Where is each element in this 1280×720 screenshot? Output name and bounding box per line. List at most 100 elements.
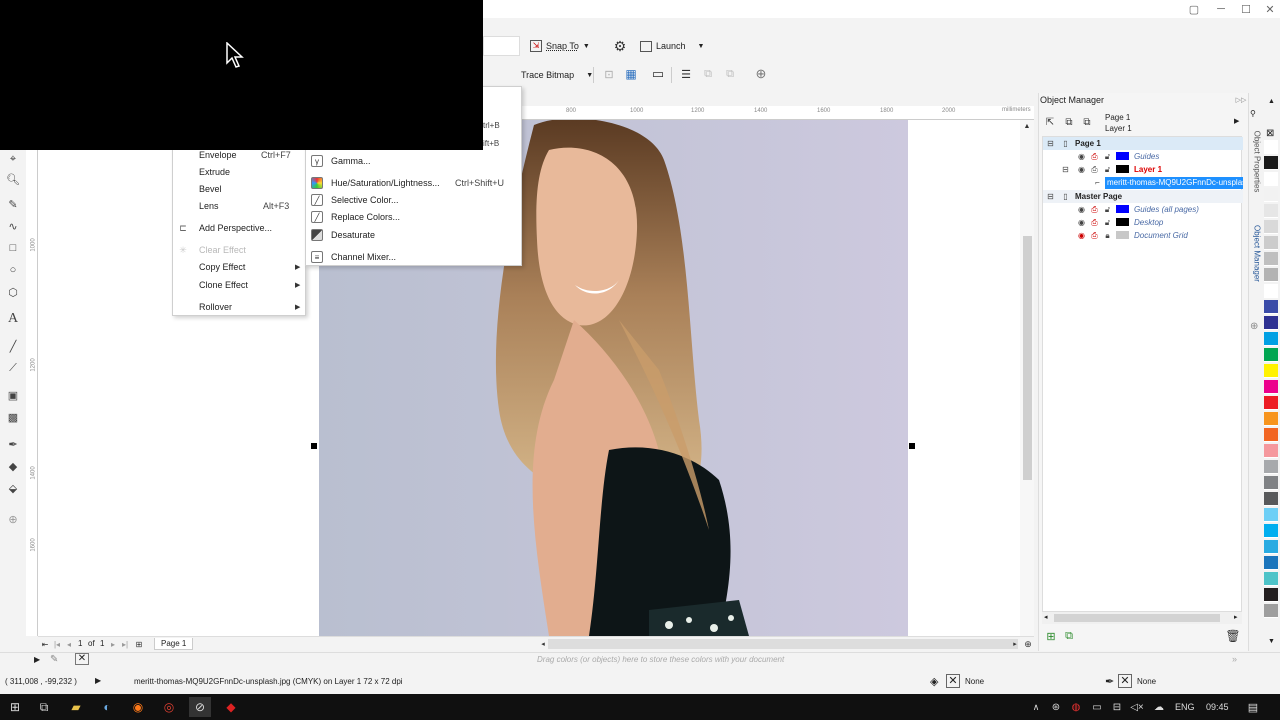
tab-object-manager[interactable]: Object Manager <box>1253 206 1262 302</box>
collapse-icon[interactable]: ⊟ <box>1061 165 1070 174</box>
trash-icon[interactable]: 🗑︎ <box>1225 629 1240 643</box>
print-icon[interactable]: ⎙ <box>1090 231 1099 240</box>
next-page-icon[interactable]: ▸ <box>108 638 118 650</box>
palette-swatch[interactable] <box>1264 492 1278 506</box>
firefox-icon[interactable]: ◉ <box>127 697 149 717</box>
expand-docker-icon[interactable]: ▷▷ <box>1236 95 1247 105</box>
tree-row-layer[interactable]: ◉ ⎙ 🔓︎ Guides <box>1043 150 1243 163</box>
text-tool-icon[interactable]: A <box>4 310 22 328</box>
tree-horizontal-scrollbar[interactable]: ◂ ▸ <box>1042 612 1242 624</box>
palette-scroll-up-icon[interactable]: ▲ <box>1268 98 1275 105</box>
scroll-left-icon[interactable]: ◂ <box>1044 613 1048 621</box>
group-icon[interactable]: ⧉ <box>700 66 716 82</box>
palette-swatch[interactable] <box>1264 300 1278 314</box>
tree-row-page[interactable]: ⊟ ▯ Master Page <box>1043 190 1243 203</box>
task-view-icon[interactable]: ⧉ <box>33 697 55 717</box>
scroll-right-icon[interactable]: ▸ <box>1010 638 1020 650</box>
lock-icon[interactable]: 🔒︎ <box>1103 231 1112 240</box>
show-properties-icon[interactable]: ⇱ <box>1044 115 1056 129</box>
ellipse-tool-icon[interactable]: ○ <box>4 261 22 279</box>
palette-swatch[interactable] <box>1264 428 1278 442</box>
new-master-layer-icon[interactable]: ⧉ <box>1062 629 1076 643</box>
palette-swatch[interactable] <box>1264 220 1278 234</box>
last-page-icon[interactable]: ▸| <box>120 638 130 650</box>
palette-swatch[interactable] <box>1264 252 1278 266</box>
flyout-arrow-icon[interactable]: ▶ <box>1234 117 1239 125</box>
lock-icon[interactable]: 🔓︎ <box>1103 165 1112 174</box>
eye-icon[interactable]: ◉ <box>1077 165 1086 174</box>
show-hidden-icons-icon[interactable]: ∧ <box>1025 697 1047 717</box>
zoom-tool-icon[interactable]: 🔍︎ <box>4 170 22 188</box>
palette-swatch[interactable] <box>1264 444 1278 458</box>
lock-icon[interactable]: 🔓︎ <box>1103 152 1112 161</box>
scroll-thumb[interactable] <box>1054 614 1220 622</box>
palette-swatch[interactable] <box>1264 204 1278 218</box>
shadow-tool-icon[interactable]: ▣ <box>4 386 22 404</box>
palette-swatch[interactable] <box>1264 572 1278 586</box>
print-icon[interactable]: ⎙ <box>1090 152 1099 161</box>
tree-row-layer[interactable]: ⊟ ◉ ⎙ 🔓︎ Layer 1 <box>1043 163 1243 176</box>
palette-swatch[interactable] <box>1264 508 1278 522</box>
palette-swatch[interactable] <box>1264 140 1278 154</box>
minimize-button[interactable]: ─ <box>1208 0 1234 18</box>
transparency-tool-icon[interactable]: ▩ <box>4 408 22 426</box>
outline-pen-icon[interactable]: ✒ <box>1105 675 1114 688</box>
launch-button[interactable]: Launch ▼ <box>640 36 704 56</box>
file-explorer-icon[interactable]: ▰ <box>65 697 87 717</box>
trace-bitmap-button[interactable]: Trace Bitmap ▼ <box>521 65 593 85</box>
eye-icon[interactable]: ◉ <box>1077 152 1086 161</box>
polygon-tool-icon[interactable]: ⬡ <box>4 283 22 301</box>
objects-view-icon[interactable]: ⧉ <box>1080 115 1094 129</box>
palette-swatch[interactable] <box>1264 156 1278 170</box>
notifications-icon[interactable]: ▤ <box>1242 697 1264 717</box>
palette-swatch[interactable] <box>1264 460 1278 474</box>
pick-tool-icon[interactable]: ⌖ <box>4 150 22 168</box>
freehand-tool-icon[interactable]: ✎ <box>4 195 22 213</box>
zoom-icon[interactable]: ⊕ <box>1022 638 1034 650</box>
eye-icon[interactable]: ◉ <box>1077 205 1086 214</box>
palette-scroll-down-icon[interactable]: ▼ <box>1268 638 1275 645</box>
palette-swatch[interactable] <box>1264 588 1278 602</box>
lock-icon[interactable]: 🔓︎ <box>1103 218 1112 227</box>
selection-handle[interactable] <box>311 443 317 449</box>
palette-arrow-icon[interactable]: ▶ <box>34 655 40 664</box>
palette-swatch[interactable] <box>1264 348 1278 362</box>
eyedropper-icon[interactable]: ✎ <box>50 654 58 665</box>
smart-fill-tool-icon[interactable]: ⬙ <box>4 479 22 497</box>
scroll-thumb[interactable] <box>1023 236 1032 480</box>
fill-icon[interactable]: ◈ <box>930 675 938 688</box>
outline-none-swatch[interactable]: ✕ <box>1118 674 1132 688</box>
eye-icon[interactable]: ◉ <box>1077 218 1086 227</box>
selection-handle[interactable] <box>909 443 915 449</box>
palette-swatch[interactable] <box>1264 524 1278 538</box>
palette-swatch[interactable] <box>1264 604 1278 618</box>
print-icon[interactable]: ⎙ <box>1090 205 1099 214</box>
palette-swatch[interactable] <box>1264 236 1278 250</box>
restore-down-icon[interactable]: ▢ <box>1181 0 1207 18</box>
bounding-box-icon[interactable]: ▭ <box>650 66 666 82</box>
menu-item-desaturate[interactable]: Desaturate <box>306 227 521 243</box>
tray-icon[interactable]: ⊛ <box>1045 697 1067 717</box>
palette-swatch[interactable] <box>1264 268 1278 282</box>
bezier-tool-icon[interactable]: ∿ <box>4 217 22 235</box>
coreldraw-icon[interactable]: ◆ <box>220 697 242 717</box>
palette-swatch[interactable] <box>1264 556 1278 570</box>
snap-to-button[interactable]: ⇲ Snap To ▼ <box>530 36 590 56</box>
tree-row-master-layer[interactable]: ◉ ⎙ 🔓︎ Guides (all pages) <box>1043 203 1243 216</box>
toolbar-field[interactable] <box>483 36 520 56</box>
collapse-icon[interactable]: ⊟ <box>1046 139 1055 148</box>
palette-swatch[interactable] <box>1264 412 1278 426</box>
menu-item-clear-effect[interactable]: ✳ Clear Effect <box>173 242 305 258</box>
tree-row-master-layer[interactable]: ◉ ⎙ 🔓︎ Desktop <box>1043 216 1243 229</box>
add-icon[interactable]: ⊕ <box>753 66 769 82</box>
fill-none-swatch[interactable]: ✕ <box>946 674 960 688</box>
palette-swatch[interactable] <box>1264 380 1278 394</box>
onedrive-icon[interactable]: ☁ <box>1148 697 1170 717</box>
menu-item-selective-color[interactable]: ╱ Selective Color... <box>306 192 521 208</box>
tab-page-1[interactable]: Page 1 <box>154 638 194 650</box>
horizontal-scrollbar[interactable] <box>548 639 1018 649</box>
collapse-icon[interactable]: ⊟ <box>1046 192 1055 201</box>
add-tool-icon[interactable]: ⊕ <box>4 510 22 528</box>
first-page-icon[interactable]: ⇤ <box>40 638 50 650</box>
connector-tool-icon[interactable]: ⟋ <box>4 359 22 377</box>
